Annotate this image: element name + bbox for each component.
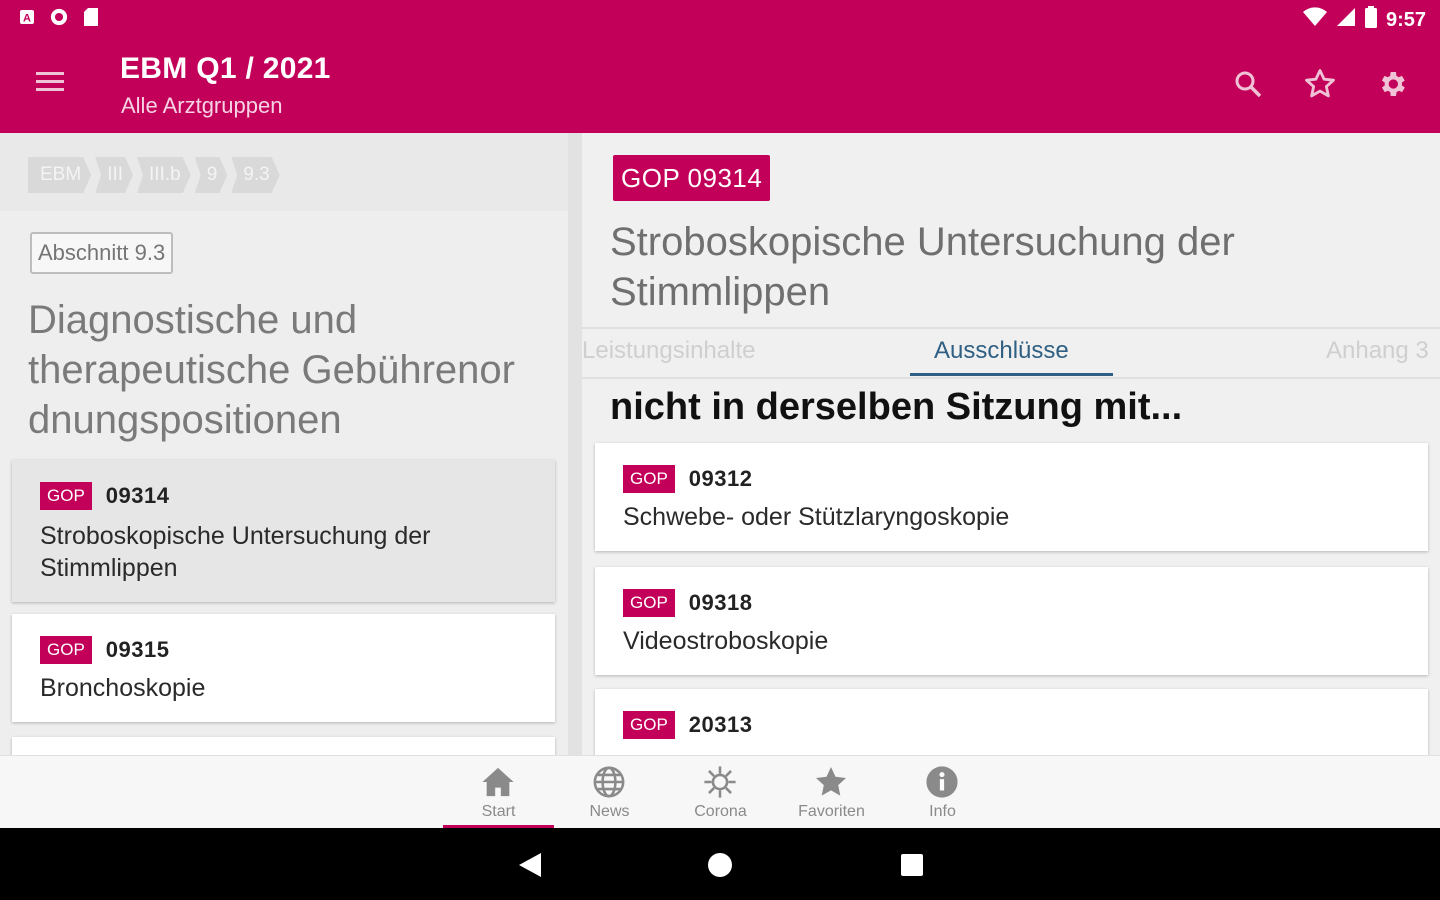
status-bar: A 9:57 bbox=[0, 0, 1440, 36]
info-icon bbox=[924, 764, 960, 800]
gop-code: 09315 bbox=[105, 637, 170, 662]
section-pane: EBM III III.b 9 9.3 Abschnitt 9.3 Diagno… bbox=[0, 133, 568, 755]
gop-code: 09312 bbox=[688, 466, 753, 491]
tab-ausschluesse[interactable]: Ausschlüsse bbox=[934, 337, 1069, 365]
tab-bar: Leistungsinhalte Ausschlüsse Anhang 3 bbox=[582, 327, 1440, 379]
list-item[interactable] bbox=[12, 737, 555, 755]
gop-code: 09318 bbox=[688, 590, 753, 615]
bottom-navigation: Start News Corona Favoriten Info bbox=[0, 755, 1440, 829]
list-item-09315[interactable]: GOP 09315 Bronchoskopie bbox=[12, 614, 555, 722]
home-icon bbox=[480, 764, 516, 800]
svg-text:A: A bbox=[23, 13, 31, 25]
a-notification-icon: A bbox=[18, 8, 36, 26]
gop-title: Stroboskopische Untersuchung der Stimmli… bbox=[40, 522, 431, 582]
detail-title: Stroboskopische Untersuchung der Stimmli… bbox=[610, 220, 1235, 314]
wifi-icon bbox=[1302, 7, 1328, 33]
status-time: 9:57 bbox=[1385, 8, 1426, 31]
nav-label: Start bbox=[481, 803, 516, 820]
gop-badge: GOP bbox=[40, 482, 92, 510]
gop-title: Schwebe- oder Stützlaryngoskopie bbox=[623, 503, 1010, 531]
circle-notification-icon bbox=[50, 8, 68, 26]
exclusion-item-20313[interactable]: GOP 20313 bbox=[595, 689, 1428, 755]
nav-news[interactable]: News bbox=[554, 756, 665, 829]
star-outline-icon[interactable] bbox=[1302, 66, 1338, 102]
detail-gop-badge: GOP 09314 bbox=[613, 155, 771, 201]
tab-anhang-3[interactable]: Anhang 3 bbox=[1326, 337, 1429, 365]
system-navigation-bar bbox=[0, 828, 1440, 900]
exclusion-item-09312[interactable]: GOP 09312 Schwebe- oder Stützlaryngoskop… bbox=[595, 443, 1428, 551]
nav-corona[interactable]: Corona bbox=[665, 756, 776, 829]
pane-divider bbox=[568, 133, 582, 755]
nav-label: Info bbox=[929, 803, 956, 820]
virus-icon bbox=[702, 764, 738, 800]
gear-icon[interactable] bbox=[1374, 66, 1410, 102]
list-item-09314[interactable]: GOP 09314 Stroboskopische Untersuchung d… bbox=[12, 460, 555, 602]
sd-card-icon bbox=[82, 8, 100, 26]
exclusion-item-09318[interactable]: GOP 09318 Videostroboskopie bbox=[595, 567, 1428, 675]
nav-label: Corona bbox=[694, 803, 747, 820]
recents-icon[interactable] bbox=[897, 850, 927, 880]
section-title: Diagnostische und therapeutische Gebühre… bbox=[28, 298, 515, 442]
nav-start[interactable]: Start bbox=[443, 756, 554, 829]
nav-favoriten[interactable]: Favoriten bbox=[776, 756, 887, 829]
gop-code: 09314 bbox=[105, 483, 170, 508]
breadcrumb-item-iii-b[interactable]: III.b bbox=[137, 157, 191, 193]
gop-badge: GOP bbox=[623, 465, 675, 493]
signal-icon bbox=[1336, 7, 1356, 33]
breadcrumb-item-9-3[interactable]: 9.3 bbox=[231, 157, 279, 193]
nav-label: News bbox=[589, 803, 630, 820]
gop-title: Bronchoskopie bbox=[40, 674, 206, 702]
back-icon[interactable] bbox=[515, 850, 545, 880]
globe-icon bbox=[591, 764, 627, 800]
breadcrumb: EBM III III.b 9 9.3 bbox=[0, 133, 568, 211]
section-tag: Abschnitt 9.3 bbox=[30, 232, 174, 274]
star-icon bbox=[813, 764, 849, 800]
detail-pane: GOP 09314 Stroboskopische Untersuchung d… bbox=[582, 133, 1440, 755]
breadcrumb-item-iii[interactable]: III bbox=[95, 157, 133, 193]
gop-badge: GOP bbox=[623, 589, 675, 617]
battery-icon bbox=[1364, 6, 1378, 34]
tab-indicator bbox=[910, 373, 1113, 376]
search-icon[interactable] bbox=[1230, 66, 1266, 102]
hamburger-menu-icon[interactable] bbox=[36, 70, 72, 98]
gop-badge: GOP bbox=[623, 711, 675, 739]
nav-label: Favoriten bbox=[798, 803, 865, 820]
app-subtitle: Alle Arztgruppen bbox=[121, 93, 283, 118]
app-title: EBM Q1 / 2021 bbox=[120, 52, 331, 85]
gop-badge: GOP bbox=[40, 636, 92, 664]
home-circle-icon[interactable] bbox=[705, 850, 735, 880]
breadcrumb-item-9[interactable]: 9 bbox=[195, 157, 228, 193]
gop-code: 20313 bbox=[688, 712, 753, 737]
tab-leistungsinhalte[interactable]: Leistungsinhalte bbox=[582, 337, 755, 365]
nav-info[interactable]: Info bbox=[887, 756, 998, 829]
breadcrumb-item-ebm[interactable]: EBM bbox=[28, 157, 91, 193]
gop-title: Videostroboskopie bbox=[623, 627, 829, 655]
exclusions-heading: nicht in derselben Sitzung mit... bbox=[610, 386, 1183, 428]
app-bar: EBM Q1 / 2021 Alle Arztgruppen bbox=[0, 36, 1440, 133]
